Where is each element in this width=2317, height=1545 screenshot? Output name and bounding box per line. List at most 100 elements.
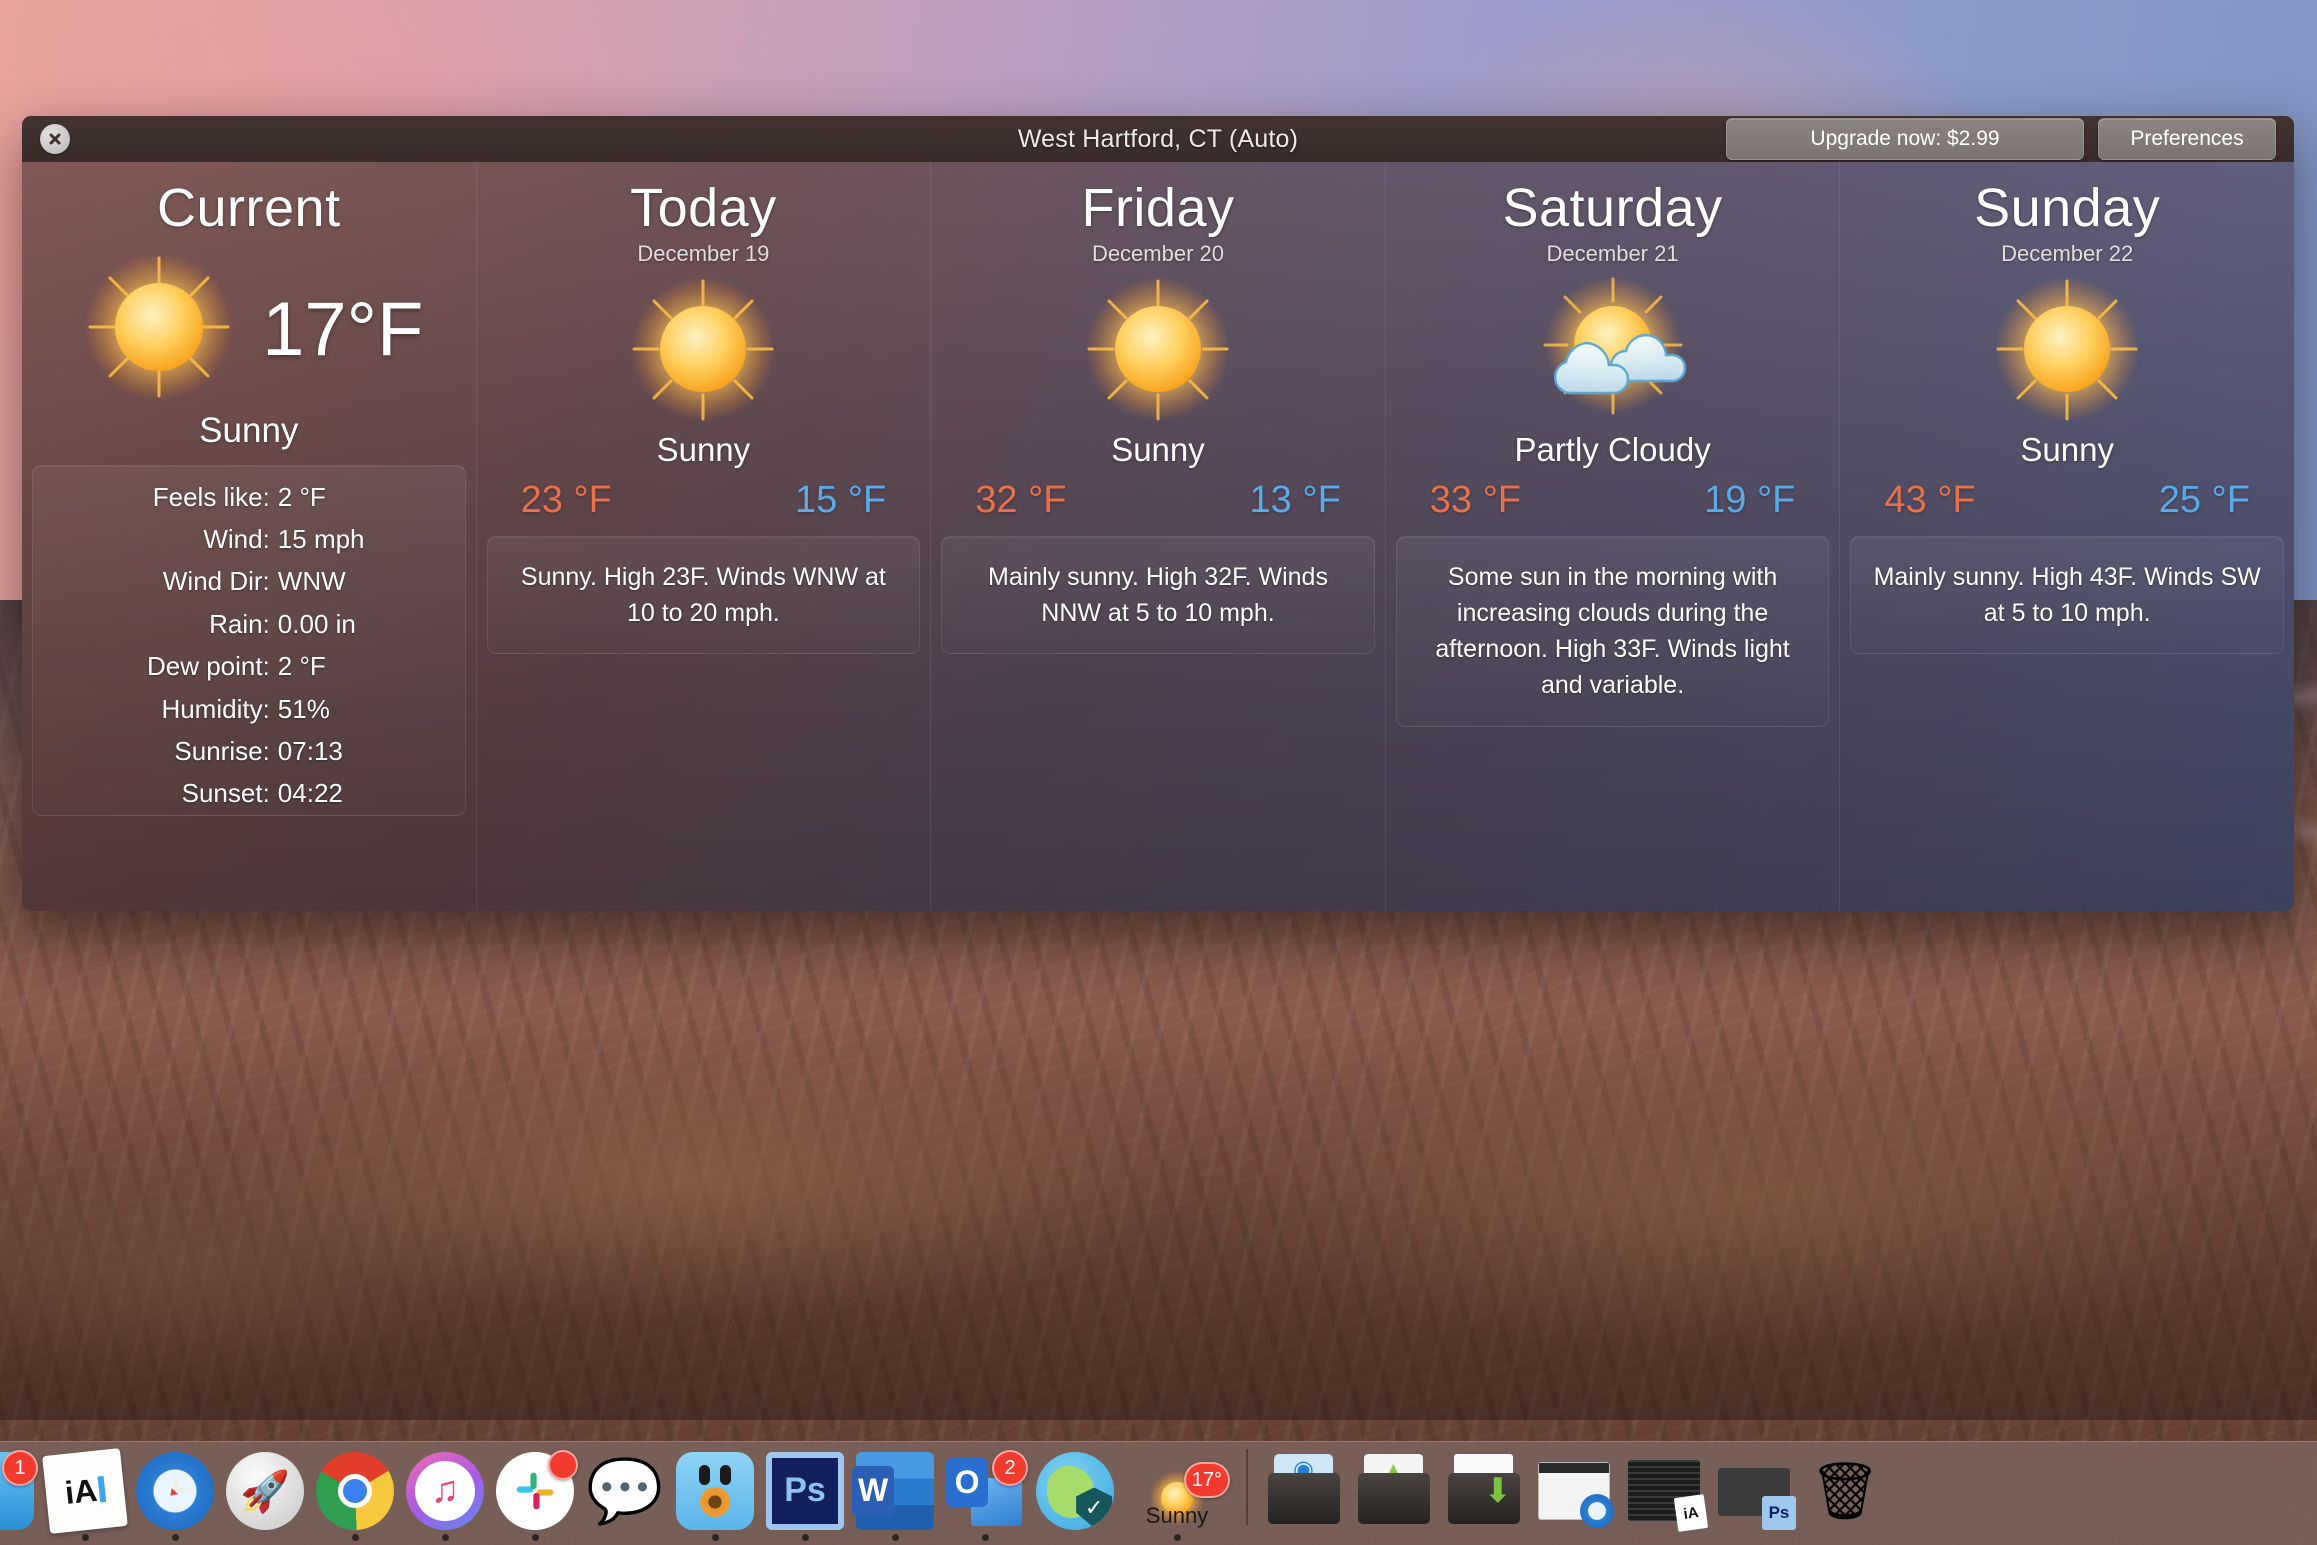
downloads-folder-icon: ⬇	[1446, 1452, 1524, 1530]
day-date: December 19	[637, 240, 770, 266]
preferences-button[interactable]: Preferences	[2098, 118, 2276, 160]
current-details-card: Feels like: 2 °F Wind: 15 mph Wind Dir: …	[32, 464, 466, 816]
condition-text: Sunny	[656, 430, 751, 468]
detail-label: Rain:	[209, 608, 270, 639]
running-indicator	[1392, 1534, 1399, 1541]
running-indicator	[1173, 1534, 1181, 1541]
dock-item-chrome[interactable]	[312, 1445, 398, 1541]
running-indicator	[1482, 1534, 1489, 1541]
dock-stack-downloads-folder[interactable]: ⬇	[1442, 1445, 1528, 1541]
dock-stack-android-folder[interactable]: ▲	[1352, 1445, 1438, 1541]
dock-item-slack[interactable]	[492, 1445, 578, 1541]
minimized-window-thumbnail: Ps	[1716, 1452, 1796, 1530]
weather-badge: 17°	[1183, 1462, 1230, 1498]
detail-row: Wind Dir: WNW	[37, 560, 461, 602]
airdrop-folder-icon: ◉	[1266, 1452, 1344, 1530]
dock-item-photoshop[interactable]: Ps	[762, 1445, 848, 1541]
detail-row: Feels like: 2 °F	[37, 476, 461, 518]
detail-row: Humidity: 51%	[37, 688, 461, 730]
running-indicator	[531, 1534, 539, 1541]
running-indicator	[981, 1534, 989, 1541]
slack-badge	[548, 1450, 578, 1480]
dock-item-itunes[interactable]: ♫	[402, 1445, 488, 1541]
forecast-column-today: Today December 19 Sunny 23 °F 15 °F Sunn…	[475, 162, 931, 911]
ia-writer-icon: iA	[42, 1448, 128, 1534]
sun-icon	[1982, 276, 2152, 427]
dock-item-trash[interactable]: 🗑	[1802, 1445, 1888, 1541]
condition-text: Sunny	[2020, 430, 2114, 468]
tweetbot-icon	[676, 1452, 754, 1530]
day-name: Sunday	[1974, 178, 2161, 238]
forecast-description-card: Sunny. High 23F. Winds WNW at 10 to 20 m…	[486, 535, 921, 655]
detail-label: Dew point:	[146, 651, 270, 682]
forecast-description: Sunny. High 23F. Winds WNW at 10 to 20 m…	[520, 562, 886, 627]
close-icon[interactable]	[40, 124, 70, 154]
detail-row: Dew point: 2 °F	[37, 645, 461, 687]
dock-stack-airdrop-folder[interactable]: ◉	[1262, 1445, 1348, 1541]
dock-item-outlook[interactable]: O 2	[942, 1445, 1028, 1541]
low-temperature: 13 °F	[1249, 478, 1341, 521]
running-indicator	[891, 1534, 899, 1541]
dock-item-weather[interactable]: 17° Sunny	[1122, 1445, 1232, 1541]
running-indicator	[801, 1534, 809, 1541]
dock: 1 iA 🚀 ♫ 💬 Ps W O 2 ✓ 17° Sunny ◉ ▲ ⬇ iA…	[0, 1441, 2317, 1545]
detail-label: Wind Dir:	[162, 566, 270, 597]
dock-item-finder[interactable]: 1	[0, 1445, 38, 1541]
finder-icon: 1	[0, 1450, 38, 1530]
word-icon: W	[852, 1452, 934, 1530]
upgrade-button[interactable]: Upgrade now: $2.99	[1726, 118, 2084, 160]
running-indicator	[1302, 1534, 1309, 1541]
dock-item-ia-writer[interactable]: iA	[42, 1445, 128, 1541]
forecast-description-card: Some sun in the morning with increasing …	[1395, 535, 1830, 727]
dock-minimized-ia-writer-window[interactable]: iA	[1622, 1445, 1709, 1541]
dock-minimized-safari-window[interactable]	[1532, 1445, 1618, 1541]
low-temperature: 15 °F	[794, 478, 887, 521]
dock-item-messages[interactable]: 💬	[582, 1445, 668, 1541]
current-heading: Current	[157, 178, 341, 238]
minimized-window-thumbnail	[1536, 1452, 1614, 1530]
high-temperature: 33 °F	[1429, 478, 1522, 521]
launchpad-rocket-icon: 🚀	[226, 1452, 304, 1530]
outlook-badge: 2	[992, 1450, 1028, 1486]
running-indicator	[1842, 1534, 1849, 1541]
minimized-window-thumbnail: iA	[1626, 1452, 1709, 1532]
detail-label: Humidity:	[161, 693, 270, 724]
weather-dock-label: Sunny	[1145, 1503, 1209, 1528]
forecast-description: Mainly sunny. High 32F. Winds NNW at 5 t…	[988, 562, 1328, 627]
running-indicator	[171, 1534, 179, 1541]
detail-value: 07:13	[277, 735, 343, 766]
dock-item-word[interactable]: W	[852, 1445, 938, 1541]
dock-item-vpn[interactable]: ✓	[1032, 1445, 1118, 1541]
detail-value: 2 °F	[277, 651, 326, 682]
high-low-row: 33 °F 19 °F	[1396, 479, 1830, 522]
detail-value: WNW	[277, 566, 346, 597]
foreground-rocks	[0, 1000, 2317, 1420]
current-summary: 17°F	[74, 253, 423, 405]
sun-icon	[1073, 276, 1243, 427]
running-indicator	[441, 1534, 449, 1541]
day-name: Friday	[1081, 178, 1235, 238]
slack-icon	[496, 1450, 578, 1530]
running-indicator	[1752, 1534, 1759, 1541]
dock-minimized-photoshop-window[interactable]: Ps	[1712, 1445, 1798, 1541]
running-indicator	[1572, 1534, 1579, 1541]
running-indicator	[622, 1534, 629, 1541]
itunes-icon: ♫	[406, 1452, 484, 1530]
dock-item-safari[interactable]	[132, 1445, 218, 1541]
high-low-row: 43 °F 25 °F	[1850, 479, 2284, 522]
detail-value: 15 mph	[277, 524, 365, 555]
dock-item-tweetbot[interactable]	[672, 1445, 758, 1541]
forecast-column-saturday: Saturday December 21 Partly Cloudy 33 °F…	[1384, 162, 1840, 911]
detail-row: Sunset: 04:22	[37, 772, 461, 814]
high-temperature: 23 °F	[520, 478, 612, 521]
high-temperature: 32 °F	[975, 478, 1067, 521]
forecast-column-sunday: Sunday December 22 Sunny 43 °F 25 °F Mai…	[1839, 162, 2294, 911]
running-indicator	[351, 1534, 359, 1541]
detail-label: Feels like:	[152, 481, 270, 512]
condition-text: Sunny	[1111, 430, 1205, 468]
detail-row: Sunrise: 07:13	[37, 730, 461, 772]
dock-item-launchpad[interactable]: 🚀	[222, 1445, 308, 1541]
detail-row: Rain: 0.00 in	[37, 603, 461, 645]
current-conditions-column: Current 17°F Sunny Feels like: 2 °F Wind…	[22, 162, 476, 911]
outlook-icon: O 2	[946, 1450, 1028, 1530]
